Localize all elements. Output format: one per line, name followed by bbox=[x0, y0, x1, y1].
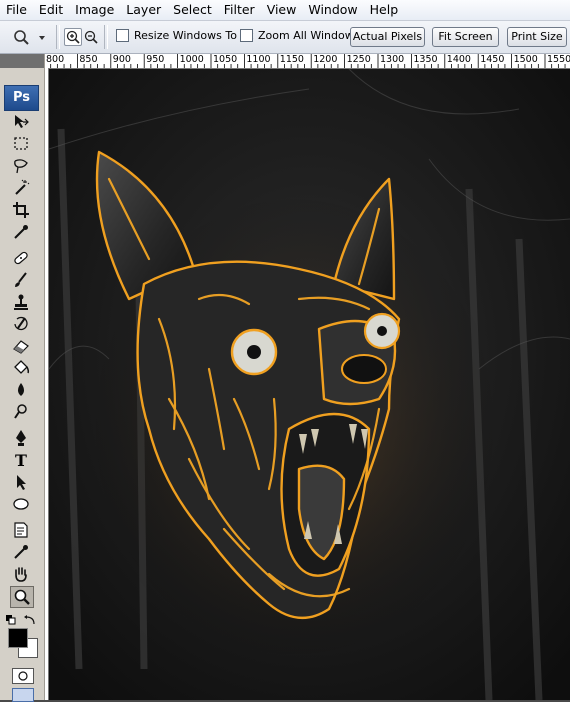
eyedropper-tool-2[interactable] bbox=[10, 542, 32, 562]
resize-windows-checkbox[interactable]: Resize Windows To Fit bbox=[116, 29, 253, 42]
zoom-preset-icon bbox=[14, 30, 45, 45]
ruler-label: 1450 bbox=[480, 54, 505, 65]
print-size-button[interactable]: Print Size bbox=[507, 27, 567, 47]
ellipse-tool-icon bbox=[13, 498, 29, 510]
marquee-tool-icon bbox=[14, 137, 28, 150]
toolbox: Ps T bbox=[0, 54, 45, 702]
zoom-all-windows-checkbox[interactable]: Zoom All Windows bbox=[240, 29, 359, 42]
foreground-color-swatch[interactable] bbox=[8, 628, 28, 648]
ruler-label: 1250 bbox=[346, 54, 371, 65]
paint-bucket-icon bbox=[14, 360, 30, 374]
tool-preset-picker[interactable] bbox=[6, 25, 50, 49]
crop-tool-icon bbox=[13, 202, 29, 218]
brush-tool-icon bbox=[15, 272, 27, 287]
zoom-out-button[interactable] bbox=[82, 28, 100, 46]
crop-tool[interactable] bbox=[10, 200, 32, 220]
artwork-wolf-head bbox=[49, 69, 570, 700]
options-separator bbox=[104, 25, 108, 49]
dodge-tool[interactable] bbox=[10, 402, 32, 422]
eraser-tool-icon bbox=[13, 340, 29, 354]
menu-filter[interactable]: Filter bbox=[218, 0, 261, 20]
quick-mask-icon bbox=[18, 671, 28, 681]
healing-brush-icon bbox=[14, 251, 28, 265]
ruler-label: 1000 bbox=[179, 54, 204, 65]
type-tool[interactable]: T bbox=[10, 450, 32, 470]
toolbox-grip[interactable] bbox=[0, 54, 44, 68]
default-colors-icon[interactable] bbox=[6, 614, 16, 628]
lasso-tool[interactable] bbox=[10, 156, 32, 176]
path-selection-icon bbox=[17, 475, 26, 490]
ruler-label: 1500 bbox=[513, 54, 538, 65]
ruler-label: 800 bbox=[46, 54, 65, 65]
ruler-label: 850 bbox=[79, 54, 98, 65]
eyedropper-tool-icon bbox=[14, 225, 28, 239]
photoshop-logo[interactable]: Ps bbox=[4, 85, 39, 111]
zoom-in-button[interactable] bbox=[64, 28, 82, 46]
brush-tool[interactable] bbox=[10, 270, 32, 290]
hand-tool[interactable] bbox=[10, 564, 32, 584]
hand-tool-icon bbox=[15, 567, 27, 582]
ruler-label: 1200 bbox=[313, 54, 338, 65]
eyedropper-tool[interactable] bbox=[10, 222, 32, 242]
menu-file[interactable]: File bbox=[0, 0, 33, 20]
ruler-label: 950 bbox=[146, 54, 165, 65]
document-canvas[interactable] bbox=[49, 69, 570, 700]
checkbox-box[interactable] bbox=[116, 29, 129, 42]
ruler-label: 1050 bbox=[213, 54, 238, 65]
zoom-all-windows-label: Zoom All Windows bbox=[258, 29, 360, 42]
healing-brush-tool[interactable] bbox=[10, 248, 32, 268]
zoom-tool[interactable] bbox=[10, 586, 34, 608]
fit-screen-button[interactable]: Fit Screen bbox=[432, 27, 499, 47]
actual-pixels-button[interactable]: Actual Pixels bbox=[350, 27, 425, 47]
notes-tool-icon bbox=[14, 522, 28, 538]
eyedropper-2-icon bbox=[14, 545, 28, 559]
zoom-tool-icon bbox=[14, 589, 30, 605]
magic-wand-icon bbox=[15, 179, 30, 195]
zoom-out-icon bbox=[84, 30, 98, 44]
menu-layer[interactable]: Layer bbox=[120, 0, 167, 20]
dodge-tool-icon bbox=[14, 404, 27, 419]
ellipse-tool[interactable] bbox=[10, 494, 32, 514]
path-selection-tool[interactable] bbox=[10, 472, 32, 492]
menu-help[interactable]: Help bbox=[364, 0, 405, 20]
menu-view[interactable]: View bbox=[261, 0, 303, 20]
swap-colors-icon[interactable] bbox=[24, 614, 36, 628]
options-separator bbox=[56, 25, 60, 49]
horizontal-ruler: 800 850 900 950 1000 1050 1100 1150 1200 1250 1300… bbox=[44, 54, 570, 69]
lasso-tool-icon bbox=[14, 159, 28, 174]
notes-tool[interactable] bbox=[10, 520, 32, 540]
options-bar: Resize Windows To Fit Zoom All Windows A… bbox=[0, 21, 570, 54]
ruler-label: 1400 bbox=[446, 54, 471, 65]
ruler-label: 1300 bbox=[380, 54, 405, 65]
ruler-label: 1550 bbox=[547, 54, 570, 65]
checkbox-box[interactable] bbox=[240, 29, 253, 42]
blur-tool[interactable] bbox=[10, 380, 32, 400]
eraser-tool[interactable] bbox=[10, 336, 32, 356]
clone-stamp-icon bbox=[14, 294, 28, 310]
menu-window[interactable]: Window bbox=[302, 0, 363, 20]
blur-tool-icon bbox=[18, 383, 24, 396]
menu-edit[interactable]: Edit bbox=[33, 0, 69, 20]
pen-tool-icon bbox=[16, 430, 26, 446]
marquee-tool[interactable] bbox=[10, 134, 32, 154]
move-tool[interactable] bbox=[10, 112, 32, 132]
pen-tool[interactable] bbox=[10, 428, 32, 448]
ruler-label: 900 bbox=[112, 54, 131, 65]
paint-bucket-tool[interactable] bbox=[10, 358, 32, 378]
menu-select[interactable]: Select bbox=[167, 0, 218, 20]
move-tool-icon bbox=[15, 115, 29, 128]
resize-windows-label: Resize Windows To Fit bbox=[134, 29, 254, 42]
ruler-label: 1100 bbox=[246, 54, 271, 65]
ruler-label: 1150 bbox=[279, 54, 304, 65]
clone-stamp-tool[interactable] bbox=[10, 292, 32, 312]
history-brush-icon bbox=[14, 316, 28, 331]
menu-image[interactable]: Image bbox=[69, 0, 120, 20]
quick-mask-button[interactable] bbox=[12, 668, 34, 684]
menu-bar: File Edit Image Layer Select Filter View… bbox=[0, 0, 570, 21]
magic-wand-tool[interactable] bbox=[10, 178, 32, 198]
history-brush-tool[interactable] bbox=[10, 314, 32, 334]
ruler-label: 1350 bbox=[413, 54, 438, 65]
zoom-in-icon bbox=[66, 30, 80, 44]
